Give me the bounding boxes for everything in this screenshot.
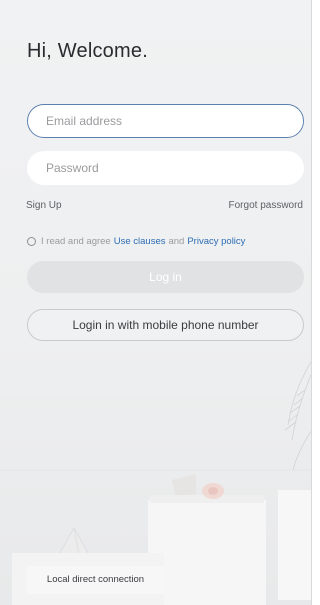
forgot-password-link[interactable]: Forgot password [229,200,303,211]
use-clauses-link[interactable]: Use clauses [114,236,166,247]
agreement-row: I read and agree Use clauses and Privacy… [27,236,245,247]
mobile-login-button[interactable]: Login in with mobile phone number [27,309,304,341]
agreement-prefix: I read and agree [41,236,111,247]
privacy-policy-link[interactable]: Privacy policy [187,236,245,247]
radio-circle-icon[interactable] [27,237,36,246]
page-title: Hi, Welcome. [27,40,148,62]
agreement-and: and [168,236,185,247]
log-in-button[interactable]: Log in [27,261,304,293]
sign-up-link[interactable]: Sign Up [26,200,62,211]
login-screen: Hi, Welcome. Email address Password Sign… [0,0,312,605]
password-field[interactable]: Password [27,151,304,185]
local-connection-button[interactable]: Local direct connection [27,566,164,594]
email-field[interactable]: Email address [27,104,304,138]
background-decoration [0,360,311,605]
